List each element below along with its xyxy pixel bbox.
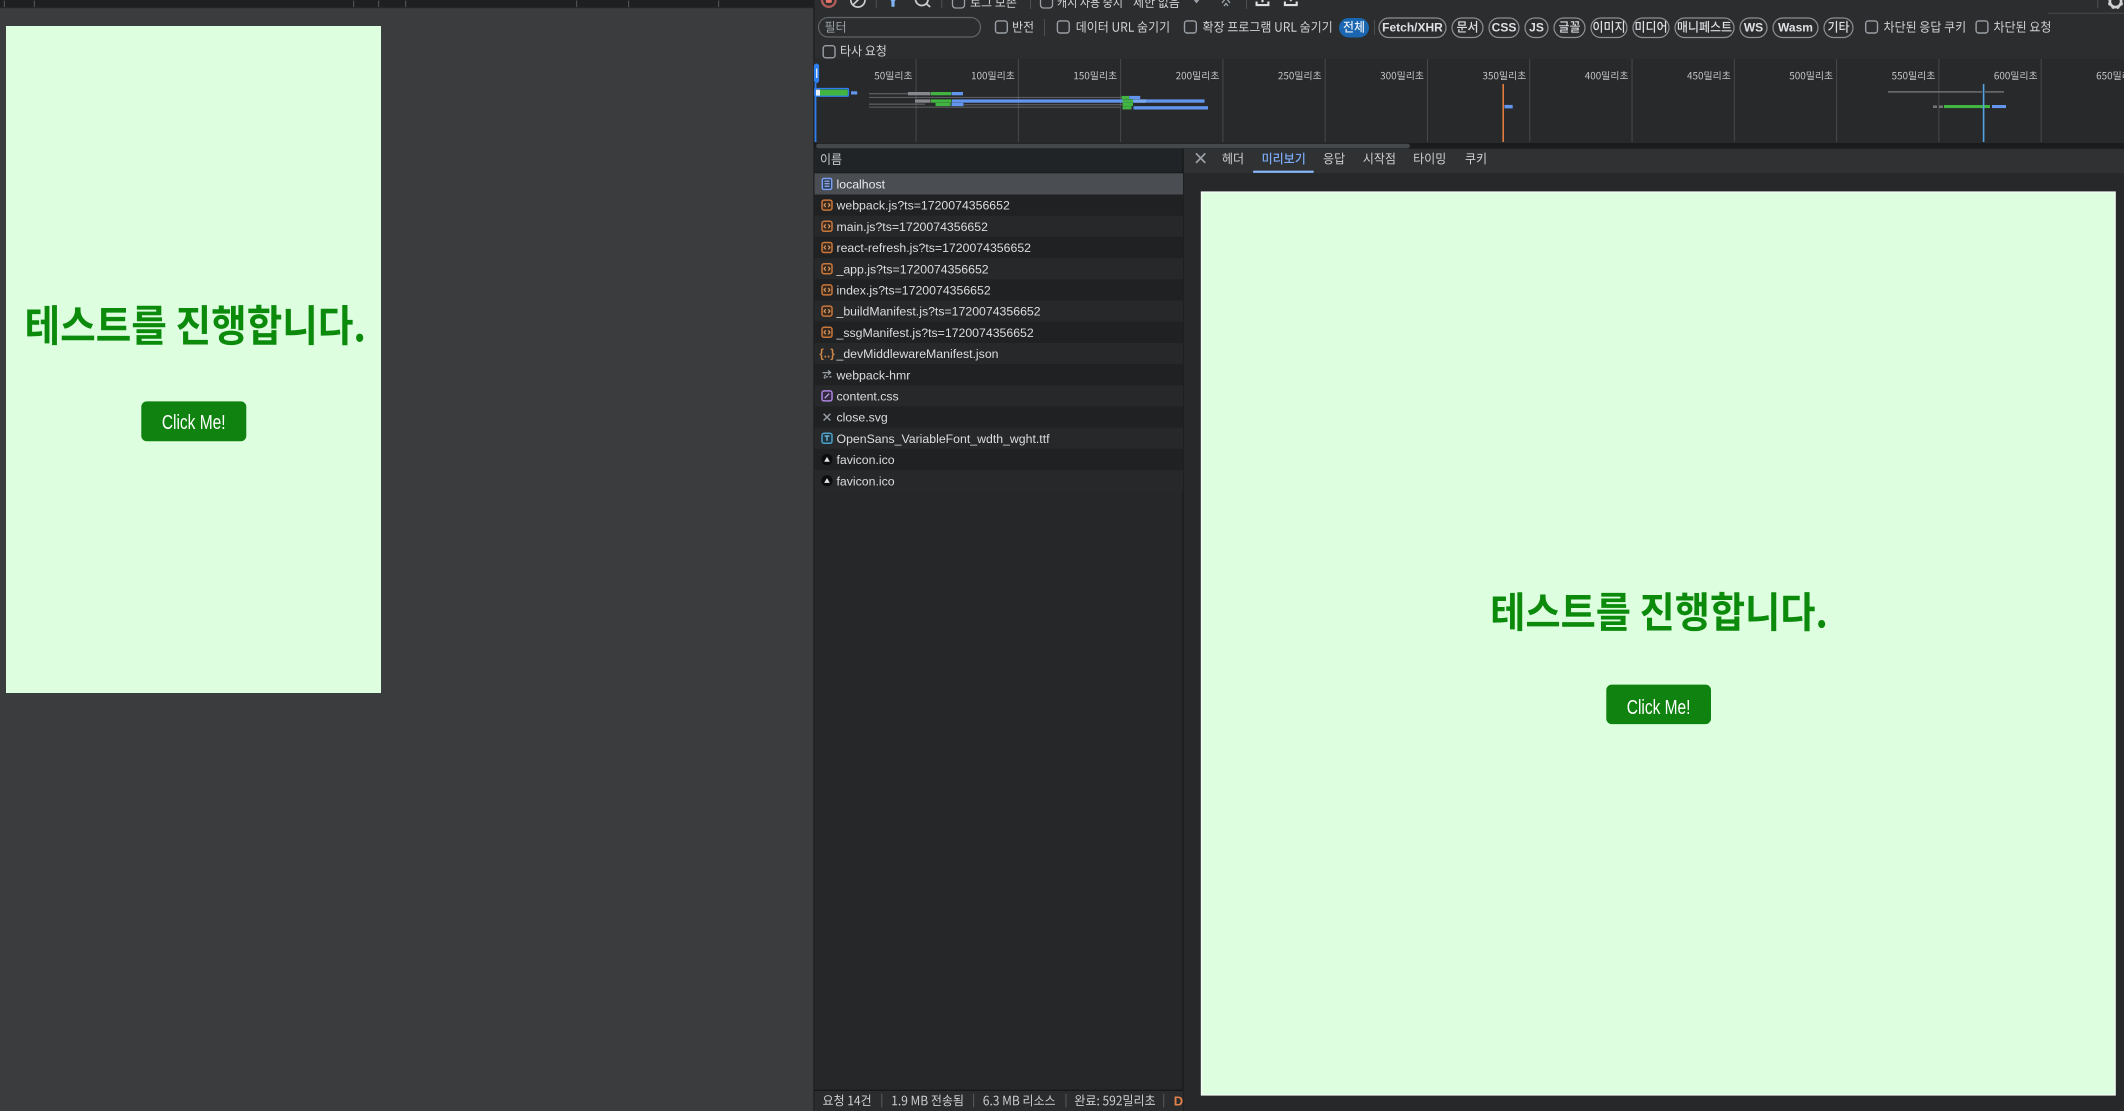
svg-text:Wasm: Wasm — [1778, 21, 1813, 35]
svg-text:Click Me!: Click Me! — [1627, 697, 1691, 719]
svg-text:{..}: {..} — [819, 349, 835, 361]
svg-text:Click Me!: Click Me! — [162, 412, 226, 434]
svg-text:content.css: content.css — [837, 390, 899, 404]
svg-text:OpenSans_VariableFont_wdth_wgh: OpenSans_VariableFont_wdth_wght.ttf — [837, 432, 1051, 446]
svg-text:main.js?ts=1720074356652: main.js?ts=1720074356652 — [837, 220, 989, 234]
svg-text:favicon.ico: favicon.ico — [837, 474, 895, 488]
svg-text:WS: WS — [1744, 21, 1763, 35]
svg-text:JS: JS — [1529, 21, 1544, 35]
svg-text:_buildManifest.js?ts=172007435: _buildManifest.js?ts=1720074356652 — [836, 305, 1041, 319]
svg-text:webpack.js?ts=1720074356652: webpack.js?ts=1720074356652 — [836, 199, 1010, 213]
svg-text:CSS: CSS — [1492, 21, 1517, 35]
svg-text:index.js?ts=1720074356652: index.js?ts=1720074356652 — [837, 284, 991, 298]
svg-text:close.svg: close.svg — [837, 411, 888, 425]
svg-text:D: D — [1174, 1093, 1183, 1108]
svg-text:localhost: localhost — [837, 178, 886, 192]
svg-text:_devMiddlewareManifest.json: _devMiddlewareManifest.json — [836, 347, 999, 361]
svg-text:_app.js?ts=1720074356652: _app.js?ts=1720074356652 — [836, 262, 989, 276]
svg-text:react-refresh.js?ts=1720074356: react-refresh.js?ts=1720074356652 — [837, 241, 1032, 255]
svg-text:webpack-hmr: webpack-hmr — [836, 368, 911, 382]
svg-text:favicon.ico: favicon.ico — [837, 453, 895, 467]
svg-text:Fetch/XHR: Fetch/XHR — [1382, 21, 1443, 35]
svg-text:_ssgManifest.js?ts=17200743566: _ssgManifest.js?ts=1720074356652 — [836, 326, 1034, 340]
